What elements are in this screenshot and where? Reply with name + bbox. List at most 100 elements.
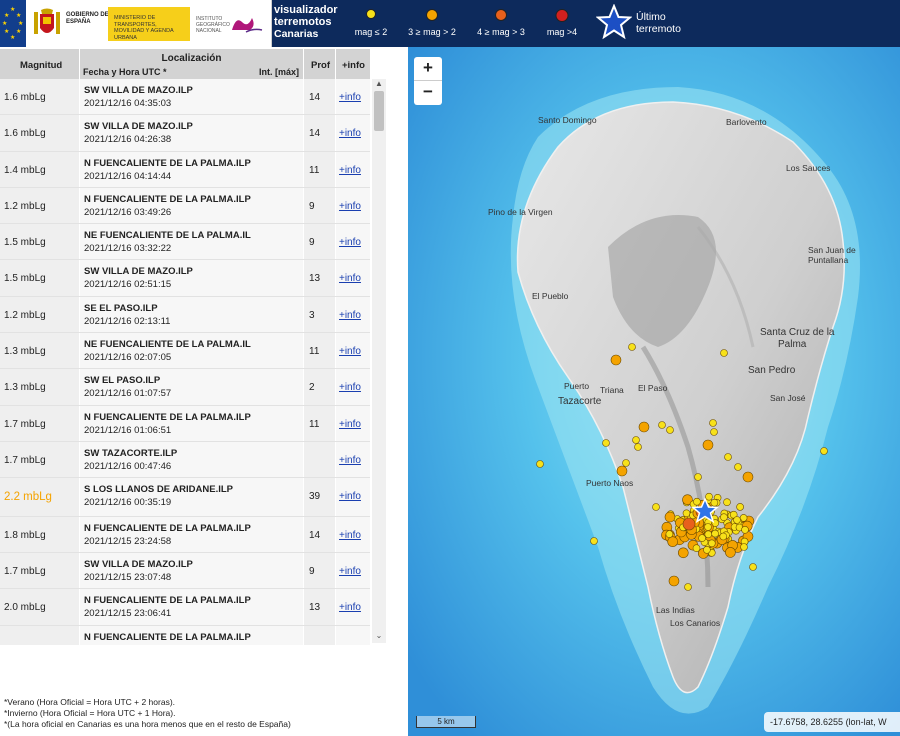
zoom-in-button[interactable]: + [414, 57, 442, 81]
earthquake-marker[interactable] [725, 547, 736, 558]
earthquake-marker[interactable] [610, 354, 622, 366]
cell-localizacion: SW VILLA DE MAZO.ILP 2021/12/16 02:51:15 [80, 260, 304, 296]
table-row[interactable]: 1.7 mbLg SW TAZACORTE.ILP 2021/12/16 00:47… [0, 441, 370, 479]
more-info-link[interactable]: +info [339, 455, 361, 466]
earthquake-marker[interactable] [652, 503, 660, 511]
column-info[interactable]: +info [336, 49, 370, 79]
earthquake-marker[interactable] [692, 544, 701, 553]
more-info-link[interactable]: +info [339, 310, 361, 321]
earthquake-marker[interactable] [719, 532, 728, 541]
place-san-jose: San José [770, 393, 806, 403]
earthquake-marker[interactable] [736, 503, 744, 511]
table-row[interactable]: 1.4 mbLg N FUENCALIENTE DE LA PALMA.ILP 20… [0, 151, 370, 188]
earthquake-marker[interactable] [704, 523, 712, 531]
more-info-link[interactable]: +info [339, 491, 361, 502]
earthquake-marker[interactable] [711, 529, 719, 538]
earthquake-marker[interactable] [622, 459, 630, 467]
table-row[interactable]: 1.7 mbLg SW VILLA DE MAZO.ILP 2021/12/15 2… [0, 553, 370, 590]
column-prof[interactable]: Prof [304, 49, 336, 79]
scroll-up-icon[interactable]: ▲ [372, 79, 386, 91]
more-info-link[interactable]: +info [339, 602, 361, 613]
earthquake-marker[interactable] [820, 447, 828, 455]
earthquake-marker[interactable] [682, 517, 696, 531]
earthquake-marker[interactable] [741, 525, 749, 534]
zoom-out-button[interactable]: − [414, 81, 442, 105]
earthquake-marker[interactable] [733, 516, 741, 524]
earthquake-list-panel: Magnitud Localización Fecha y Hora UTC *… [0, 47, 388, 645]
cell-localizacion: NE FUENCALIENTE DE LA PALMA.IL 2021/12/16… [80, 333, 304, 369]
earthquake-marker[interactable] [705, 492, 713, 501]
cell-magnitud: 1.3 mbLg [0, 333, 80, 369]
earthquake-marker[interactable] [694, 473, 702, 481]
earthquake-marker[interactable] [628, 343, 636, 351]
table-row[interactable]: 1.8 mbLg N FUENCALIENTE DE LA PALMA.ILP 20… [0, 516, 370, 554]
earthquake-marker[interactable] [710, 498, 719, 507]
more-info-link[interactable]: +info [339, 128, 361, 139]
more-info-link[interactable]: +info [339, 419, 361, 430]
earthquake-marker[interactable] [666, 426, 674, 434]
earthquake-marker[interactable] [677, 547, 689, 559]
earthquake-marker[interactable] [749, 563, 757, 571]
earthquake-marker[interactable] [734, 463, 742, 471]
earthquake-marker[interactable] [536, 460, 544, 468]
table-row[interactable]: 1.3 mbLg NE FUENCALIENTE DE LA PALMA.IL 20… [0, 333, 370, 370]
table-row[interactable]: 1.5 mbLg NE FUENCALIENTE DE LA PALMA.IL 20… [0, 224, 370, 261]
more-info-link[interactable]: +info [339, 566, 361, 577]
earthquake-marker[interactable] [720, 349, 728, 357]
cell-info [336, 625, 370, 645]
earthquake-marker[interactable] [710, 428, 718, 436]
earthquake-marker[interactable] [684, 583, 692, 591]
more-info-link[interactable]: +info [339, 201, 361, 212]
earthquake-marker[interactable] [742, 471, 754, 483]
earthquake-marker[interactable] [668, 575, 680, 587]
more-info-link[interactable]: +info [339, 530, 361, 541]
table-row[interactable]: 1.2 mbLg N FUENCALIENTE DE LA PALMA.ILP 20… [0, 187, 370, 225]
list-scrollbar[interactable]: ▲ ⌄ [372, 79, 386, 643]
table-row[interactable]: 1.6 mbLg SW VILLA DE MAZO.ILP 2021/12/16 0… [0, 115, 370, 152]
magnitude-value: 1.5 mbLg [4, 237, 46, 249]
more-info-link[interactable]: +info [339, 346, 361, 357]
earthquake-marker[interactable] [723, 498, 731, 507]
earthquake-marker[interactable] [638, 421, 650, 433]
earthquake-marker[interactable] [698, 534, 706, 542]
earthquake-marker[interactable] [682, 509, 691, 518]
earthquake-marker[interactable] [702, 439, 714, 451]
column-localizacion[interactable]: Localización Fecha y Hora UTC * Int. [má… [80, 49, 304, 79]
table-row[interactable]: 1.2 mbLg SE EL PASO.ILP 2021/12/16 02:13:1… [0, 296, 370, 334]
earthquake-marker[interactable] [707, 539, 716, 548]
earthquake-marker[interactable] [667, 536, 679, 548]
more-info-link[interactable]: +info [339, 273, 361, 284]
earthquake-marker[interactable] [658, 421, 666, 429]
earthquake-marker[interactable] [709, 419, 717, 427]
earthquake-marker[interactable] [616, 465, 628, 477]
table-row[interactable]: N FUENCALIENTE DE LA PALMA.ILP [0, 625, 370, 645]
table-row[interactable]: 1.5 mbLg SW VILLA DE MAZO.ILP 2021/12/16 0… [0, 260, 370, 297]
more-info-link[interactable]: +info [339, 165, 361, 176]
scroll-down-icon[interactable]: ⌄ [372, 631, 386, 643]
earthquake-marker[interactable] [602, 439, 610, 447]
column-magnitud[interactable]: Magnitud [0, 49, 80, 79]
table-row[interactable]: 1.3 mbLg SW EL PASO.ILP 2021/12/16 01:07:5… [0, 369, 370, 406]
earthquake-marker[interactable] [590, 537, 598, 545]
more-info-link[interactable]: +info [339, 92, 361, 103]
earthquake-marker[interactable] [724, 453, 732, 461]
table-row[interactable]: 1.6 mbLg SW VILLA DE MAZO.ILP 2021/12/16 0… [0, 79, 370, 116]
place-triana: Triana [600, 385, 624, 395]
more-info-link[interactable]: +info [339, 237, 361, 248]
earthquake-marker[interactable] [720, 513, 728, 522]
earthquake-marker[interactable] [632, 436, 640, 444]
earthquake-marker[interactable] [634, 443, 642, 451]
map-view[interactable]: Santo Domingo Barlovento Los Sauces Pino… [408, 47, 900, 736]
earthquake-marker[interactable] [703, 545, 711, 554]
table-row[interactable]: 1.7 mbLg N FUENCALIENTE DE LA PALMA.ILP 20… [0, 405, 370, 442]
earthquake-marker[interactable] [704, 530, 713, 539]
table-row[interactable]: 2.0 mbLg N FUENCALIENTE DE LA PALMA.ILP 20… [0, 589, 370, 626]
table-row[interactable]: 2.2 mbLg S LOS LLANOS DE ARIDANE.ILP 2021/… [0, 478, 370, 517]
magnitude-value: 1.6 mbLg [4, 92, 46, 103]
earthquake-marker[interactable] [740, 543, 748, 551]
more-info-link[interactable]: +info [339, 382, 361, 393]
scroll-thumb[interactable] [374, 91, 384, 131]
earthquake-marker[interactable] [664, 511, 676, 523]
earthquake-marker[interactable] [693, 497, 701, 506]
earthquake-marker[interactable] [665, 530, 674, 538]
